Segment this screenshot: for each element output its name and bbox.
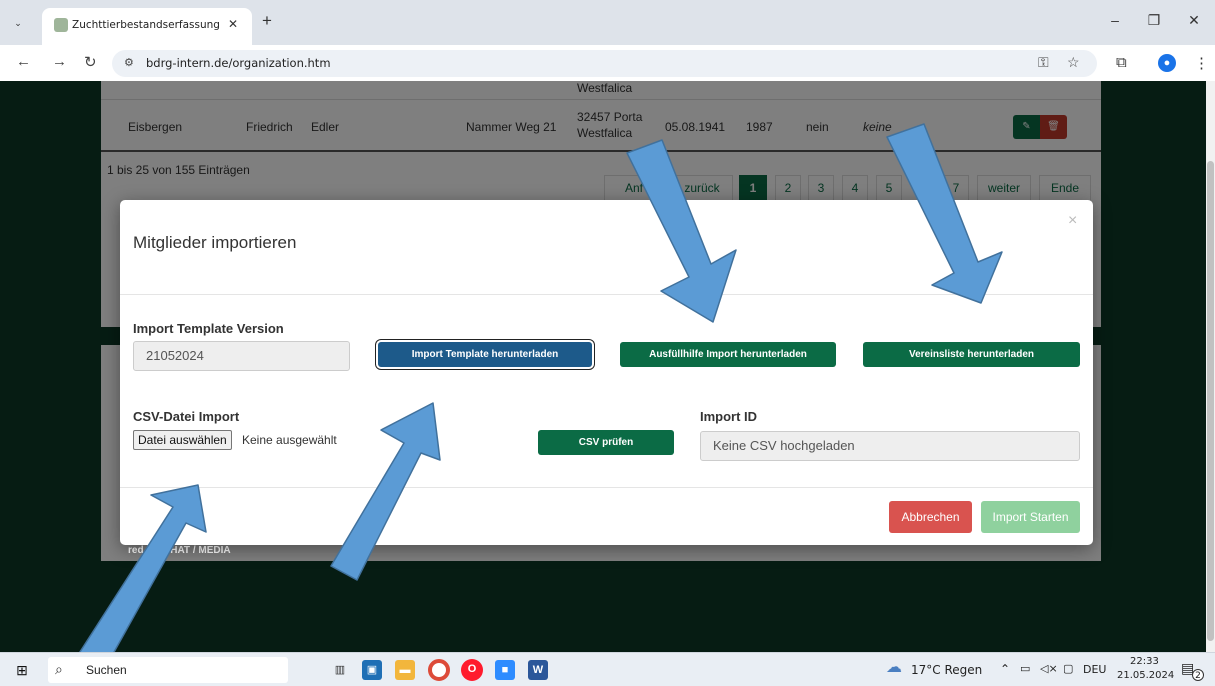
volume-icon[interactable]: ◁× bbox=[1040, 662, 1058, 675]
cancel-button[interactable]: Abbrechen bbox=[889, 501, 972, 533]
page-scrollbar[interactable] bbox=[1206, 81, 1215, 652]
help-download-button[interactable]: Ausfüllhilfe Import herunterladen bbox=[620, 342, 836, 367]
profile-avatar-icon[interactable]: ● bbox=[1158, 54, 1176, 72]
footer-credit: red by WHAT / MEDIA bbox=[128, 545, 231, 556]
chrome-icon[interactable] bbox=[428, 659, 450, 681]
file-status-text: Keine ausgewählt bbox=[242, 433, 337, 447]
clock-date[interactable]: 21.05.2024 bbox=[1117, 670, 1174, 681]
extensions-icon[interactable]: ⧉ bbox=[1116, 54, 1127, 71]
weather-text[interactable]: 17°C Regen bbox=[911, 663, 982, 677]
modal-footer-divider bbox=[120, 487, 1093, 488]
clock-time[interactable]: 22:33 bbox=[1130, 656, 1159, 667]
import-members-modal: Mitglieder importieren × Import Template… bbox=[120, 200, 1093, 545]
forward-icon[interactable]: → bbox=[52, 53, 67, 70]
display-icon[interactable]: ▢ bbox=[1063, 662, 1073, 675]
start-import-button[interactable]: Import Starten bbox=[981, 501, 1080, 533]
search-icon: ⌕ bbox=[55, 661, 63, 677]
scrollbar-thumb[interactable] bbox=[1207, 161, 1214, 641]
windows-start-icon[interactable]: ⊞ bbox=[12, 660, 32, 680]
file-explorer-icon[interactable]: ▬ bbox=[395, 660, 415, 680]
restore-icon[interactable]: ❐ bbox=[1139, 12, 1169, 29]
import-id-label: Import ID bbox=[700, 409, 758, 424]
task-view-icon[interactable]: ▥ bbox=[330, 660, 350, 680]
browser-tab[interactable]: Zuchttierbestandserfassung der ✕ bbox=[42, 8, 252, 45]
csv-check-button[interactable]: CSV prüfen bbox=[538, 430, 674, 455]
zoom-icon[interactable]: ■ bbox=[495, 660, 515, 680]
word-icon[interactable]: W bbox=[528, 660, 548, 680]
minimize-icon[interactable]: – bbox=[1100, 12, 1130, 28]
browser-menu-icon[interactable]: ⋮ bbox=[1194, 54, 1209, 72]
tab-title: Zuchttierbestandserfassung der bbox=[72, 19, 222, 31]
tray-chevron-icon[interactable]: ⌃ bbox=[1000, 662, 1010, 676]
import-id-field: Keine CSV hochgeladen bbox=[700, 431, 1080, 461]
bookmark-star-icon[interactable]: ☆ bbox=[1067, 54, 1080, 71]
club-list-download-button[interactable]: Vereinsliste herunterladen bbox=[863, 342, 1080, 367]
url-text[interactable]: bdrg-intern.de/organization.htm bbox=[146, 56, 331, 70]
modal-close-icon[interactable]: × bbox=[1068, 212, 1077, 230]
network-icon[interactable]: ▭ bbox=[1020, 662, 1030, 675]
tab-search-chevron-icon[interactable]: ⌄ bbox=[8, 14, 28, 32]
modal-header-divider bbox=[120, 294, 1093, 295]
password-key-icon[interactable]: ⚿ bbox=[1038, 54, 1049, 71]
taskbar-search-box[interactable]: ⌕ Suchen bbox=[48, 657, 288, 683]
template-download-button[interactable]: Import Template herunterladen bbox=[378, 342, 592, 367]
taskbar-search-label: Suchen bbox=[86, 663, 127, 677]
template-version-field: 21052024 bbox=[133, 341, 350, 371]
csv-import-label: CSV-Datei Import bbox=[133, 409, 240, 424]
new-tab-icon[interactable]: + bbox=[262, 11, 272, 31]
omnibox[interactable]: ⚙ bdrg-intern.de/organization.htm ⚿ ☆ bbox=[112, 50, 1097, 77]
tab-close-icon[interactable]: ✕ bbox=[228, 17, 238, 31]
modal-title: Mitglieder importieren bbox=[133, 233, 297, 252]
notification-count: 2 bbox=[1192, 669, 1204, 681]
windows-taskbar: ⊞ ⌕ Suchen ▥ ▣ ▬ O ■ W ☁ 17°C Regen ⌃ ▭ … bbox=[0, 652, 1215, 686]
app-icon[interactable]: ▣ bbox=[362, 660, 382, 680]
weather-icon[interactable]: ☁ bbox=[886, 657, 902, 676]
opera-icon[interactable]: O bbox=[461, 659, 483, 681]
site-settings-icon[interactable]: ⚙ bbox=[124, 56, 134, 69]
template-version-label: Import Template Version bbox=[133, 321, 284, 336]
site-favicon-icon bbox=[54, 18, 68, 32]
file-choose-button[interactable]: Datei auswählen bbox=[133, 430, 232, 450]
reload-icon[interactable]: ↻ bbox=[84, 53, 97, 71]
language-indicator[interactable]: DEU bbox=[1083, 663, 1106, 676]
browser-tab-bar: ⌄ Zuchttierbestandserfassung der ✕ + – ❐… bbox=[0, 0, 1215, 45]
address-toolbar: ← → ↻ ⚙ bdrg-intern.de/organization.htm … bbox=[0, 45, 1215, 81]
back-icon[interactable]: ← bbox=[16, 53, 31, 70]
window-close-icon[interactable]: ✕ bbox=[1179, 12, 1209, 29]
